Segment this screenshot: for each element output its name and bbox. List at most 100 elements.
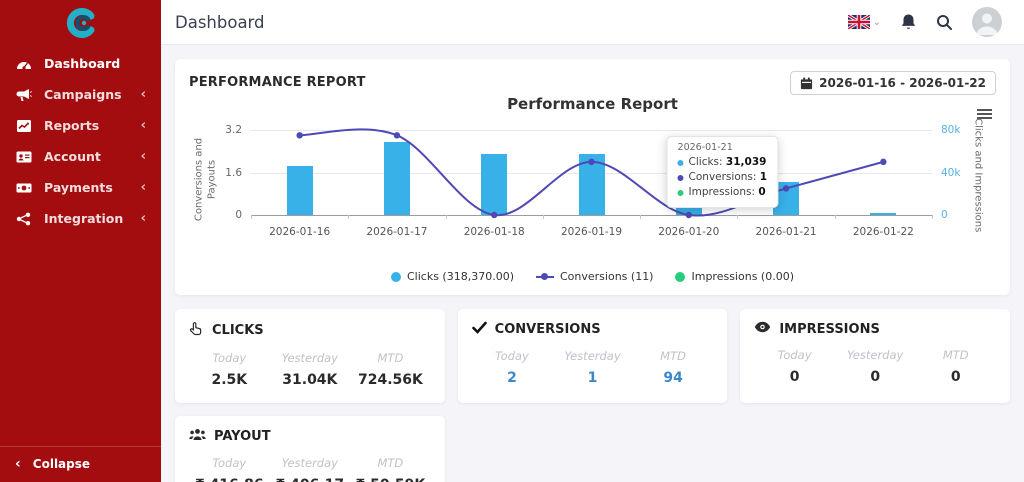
- chevron-left-icon: ‹: [140, 87, 146, 102]
- stat-period-label: Today: [777, 348, 812, 362]
- stat-card-title: IMPRESSIONS: [779, 321, 880, 337]
- stat-column: Yesterday ₹ 406.17: [270, 456, 351, 482]
- logo-icon: [66, 8, 94, 38]
- point-conversions[interactable]: [685, 211, 692, 219]
- uk-flag-icon: [847, 15, 870, 29]
- stat-card-title: CONVERSIONS: [494, 322, 601, 337]
- stat-period-label: Yesterday: [564, 349, 621, 363]
- stats-row: CLICKS Today 2.5K Yesterday 31.04K MTD 7…: [175, 309, 1011, 403]
- stat-value: 31.04K: [282, 372, 338, 388]
- content: PERFORMANCE REPORT 2026-01-16 - 2026-01-…: [161, 45, 1024, 482]
- tooltip-row: Clicks: 31,039: [677, 155, 768, 170]
- language-selector[interactable]: ⌄: [847, 15, 881, 29]
- megaphone-icon: [15, 87, 32, 102]
- stat-value: 724.56K: [357, 372, 423, 388]
- chevron-left-icon: ‹: [140, 211, 146, 226]
- sidebar-item-reports[interactable]: Reports ‹: [0, 110, 161, 141]
- series-bullet-icon: [677, 159, 684, 166]
- chart-title: Performance Report: [507, 95, 678, 113]
- app-logo[interactable]: [0, 0, 161, 46]
- stat-value: 0: [870, 369, 881, 385]
- stat-column: MTD ₹ 50.59K: [350, 456, 431, 482]
- point-conversions[interactable]: [588, 158, 595, 166]
- point-conversions[interactable]: [491, 211, 498, 219]
- stat-value: ₹ 50.59K: [350, 477, 431, 482]
- stat-card-clicks: CLICKS Today 2.5K Yesterday 31.04K MTD 7…: [175, 309, 445, 403]
- tooltip-row: Impressions: 0: [677, 185, 768, 200]
- stat-card-title: CLICKS: [212, 323, 264, 338]
- chart-tooltip: 2026-01-21 Clicks: 31,039 Conversions: 1 Im…: [666, 136, 779, 208]
- point-conversions[interactable]: [782, 185, 790, 192]
- stat-value: 0: [950, 369, 961, 385]
- stat-column: Today 2.5K: [189, 351, 270, 388]
- user-avatar[interactable]: [972, 7, 1002, 37]
- stat-value: 2: [507, 370, 517, 386]
- stat-value: 94: [663, 370, 683, 386]
- stat-columns: Today 2.5K Yesterday 31.04K MTD 724.56K: [189, 351, 431, 388]
- sidebar-item-dashboard[interactable]: Dashboard: [0, 48, 161, 79]
- stat-columns: Today 0 Yesterday 0 MTD 0: [754, 348, 996, 385]
- performance-report-card: PERFORMANCE REPORT 2026-01-16 - 2026-01-…: [175, 59, 1010, 295]
- stat-value: 1: [587, 370, 598, 386]
- sidebar-item-label: Payments: [44, 180, 113, 195]
- notifications-button[interactable]: [900, 13, 917, 31]
- point-conversions[interactable]: [880, 158, 887, 166]
- sidebar-menu: Dashboard Campaigns ‹ Reports ‹ Account ‹ Payme…: [0, 48, 161, 234]
- series-bullet-icon: [677, 174, 684, 181]
- stat-card-payout: PAYOUT Today ₹ 416.86 Yesterday ₹ 406.17…: [175, 416, 445, 482]
- person-icon: [976, 13, 998, 35]
- point-conversions[interactable]: [296, 132, 303, 139]
- stat-card-header: IMPRESSIONS: [754, 321, 996, 337]
- hand-pointer-icon: [189, 321, 204, 340]
- tooltip-date: 2026-01-21: [677, 142, 733, 153]
- chevron-left-icon: ‹: [140, 118, 146, 133]
- main-area: Dashboard ⌄ PERFORMANCE REPORT 2026-01-1…: [161, 0, 1024, 482]
- chevron-left-icon: ‹: [140, 180, 146, 195]
- chevron-down-icon: ⌄: [872, 16, 881, 28]
- stat-column: MTD 94: [633, 349, 714, 386]
- chevron-left-icon: ‹: [140, 149, 146, 164]
- collapse-label: Collapse: [32, 457, 91, 471]
- stat-period-label: MTD: [942, 348, 969, 362]
- stat-card-header: PAYOUT: [189, 428, 431, 445]
- users-icon: [189, 428, 206, 445]
- stat-column: MTD 0: [915, 348, 996, 385]
- stat-column: Today ₹ 416.86: [189, 456, 270, 482]
- date-range-button[interactable]: 2026-01-16 - 2026-01-22: [790, 71, 996, 95]
- sidebar-item-label: Campaigns: [44, 87, 122, 102]
- stat-period-label: MTD: [660, 349, 686, 363]
- sidebar-item-payments[interactable]: Payments ‹: [0, 172, 161, 203]
- stat-column: Yesterday 31.04K: [270, 351, 351, 388]
- stat-period-label: MTD: [377, 456, 404, 470]
- stat-value: 2.5K: [211, 372, 248, 388]
- calendar-icon: [801, 76, 813, 89]
- sidebar-item-account[interactable]: Account ‹: [0, 141, 161, 172]
- conversions-line: [296, 128, 887, 219]
- series-bullet-icon: [677, 190, 684, 197]
- stat-period-label: Yesterday: [281, 351, 338, 365]
- top-bar: Dashboard ⌄: [161, 0, 1024, 45]
- date-range-label: 2026-01-16 - 2026-01-22: [819, 76, 986, 90]
- chart-line-icon: [15, 118, 32, 133]
- search-button[interactable]: [936, 14, 953, 31]
- stat-card-conversions: CONVERSIONS Today 2 Yesterday 1 MTD 94: [457, 309, 728, 403]
- eye-icon: [754, 321, 771, 337]
- check-icon: [471, 321, 487, 338]
- sidebar-item-integration[interactable]: Integration ‹: [0, 203, 161, 234]
- sidebar-item-label: Account: [44, 149, 101, 164]
- id-card-icon: [15, 149, 32, 164]
- stat-columns: Today 2 Yesterday 1 MTD 94: [472, 349, 714, 386]
- stat-column: Yesterday 0: [835, 348, 916, 385]
- stat-period-label: Yesterday: [281, 456, 338, 470]
- stat-column: Today 2: [472, 349, 553, 386]
- stat-card-header: CONVERSIONS: [471, 321, 714, 338]
- sidebar-item-campaigns[interactable]: Campaigns ‹: [0, 79, 161, 110]
- stat-period-label: MTD: [377, 351, 404, 365]
- sidebar-item-label: Dashboard: [44, 56, 121, 71]
- stat-card-impressions: IMPRESSIONS Today 0 Yesterday 0 MTD 0: [740, 309, 1011, 403]
- stat-period-label: Today: [212, 351, 247, 365]
- point-conversions[interactable]: [393, 132, 401, 139]
- stat-card-title: PAYOUT: [214, 429, 271, 444]
- sidebar-collapse-button[interactable]: ‹ Collapse: [0, 446, 161, 482]
- money-icon: [15, 180, 32, 195]
